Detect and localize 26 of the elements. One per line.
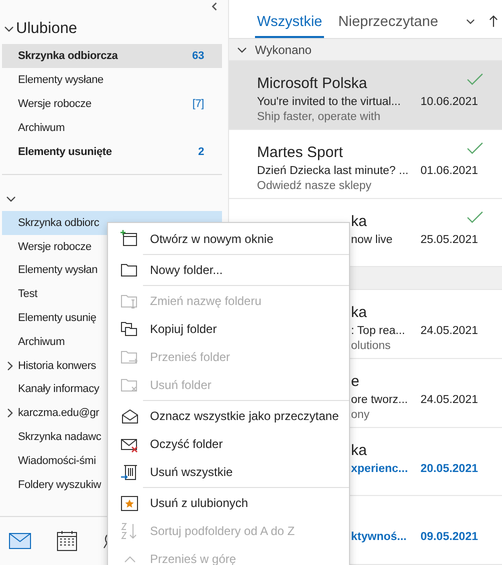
- message-sender: ka: [351, 442, 368, 461]
- message-subject: ore tworz...: [351, 394, 409, 406]
- message-preview: Odwiedź nasze sklepy: [257, 180, 372, 192]
- message-subject: xperienc...: [351, 462, 409, 475]
- message-sender: e: [351, 372, 360, 392]
- message-preview: Ship faster, operate with: [257, 111, 382, 124]
- message-date: 24.05.2021: [420, 394, 478, 406]
- message-sender: Martes Sport: [257, 144, 344, 164]
- message-sender: ka: [351, 304, 368, 324]
- group-title: Wykonano: [255, 42, 312, 57]
- message-subject: You're invited to the virtual...: [257, 96, 402, 108]
- message-date: 24.05.2021: [420, 325, 478, 338]
- section-title: Ulubione: [16, 20, 78, 38]
- message-date: 09.05.2021: [420, 531, 478, 544]
- message-date: 25.05.2021: [420, 234, 478, 246]
- message-date: 20.05.2021: [420, 462, 478, 475]
- message-preview: ony: [351, 408, 371, 421]
- message-preview: olutions: [351, 340, 392, 352]
- message-subject: Dzień Dziecka last minute? ...: [257, 165, 410, 178]
- message-date: 01.06.2021: [420, 165, 478, 178]
- message-subject: ktywnoś...: [351, 531, 408, 544]
- message-subject: : Top rea...: [351, 325, 406, 338]
- message-sender: ka: [351, 212, 368, 232]
- message-sender: Microsoft Polska: [257, 75, 368, 94]
- message-subject: now live: [351, 234, 394, 246]
- message-date: 10.06.2021: [420, 96, 478, 108]
